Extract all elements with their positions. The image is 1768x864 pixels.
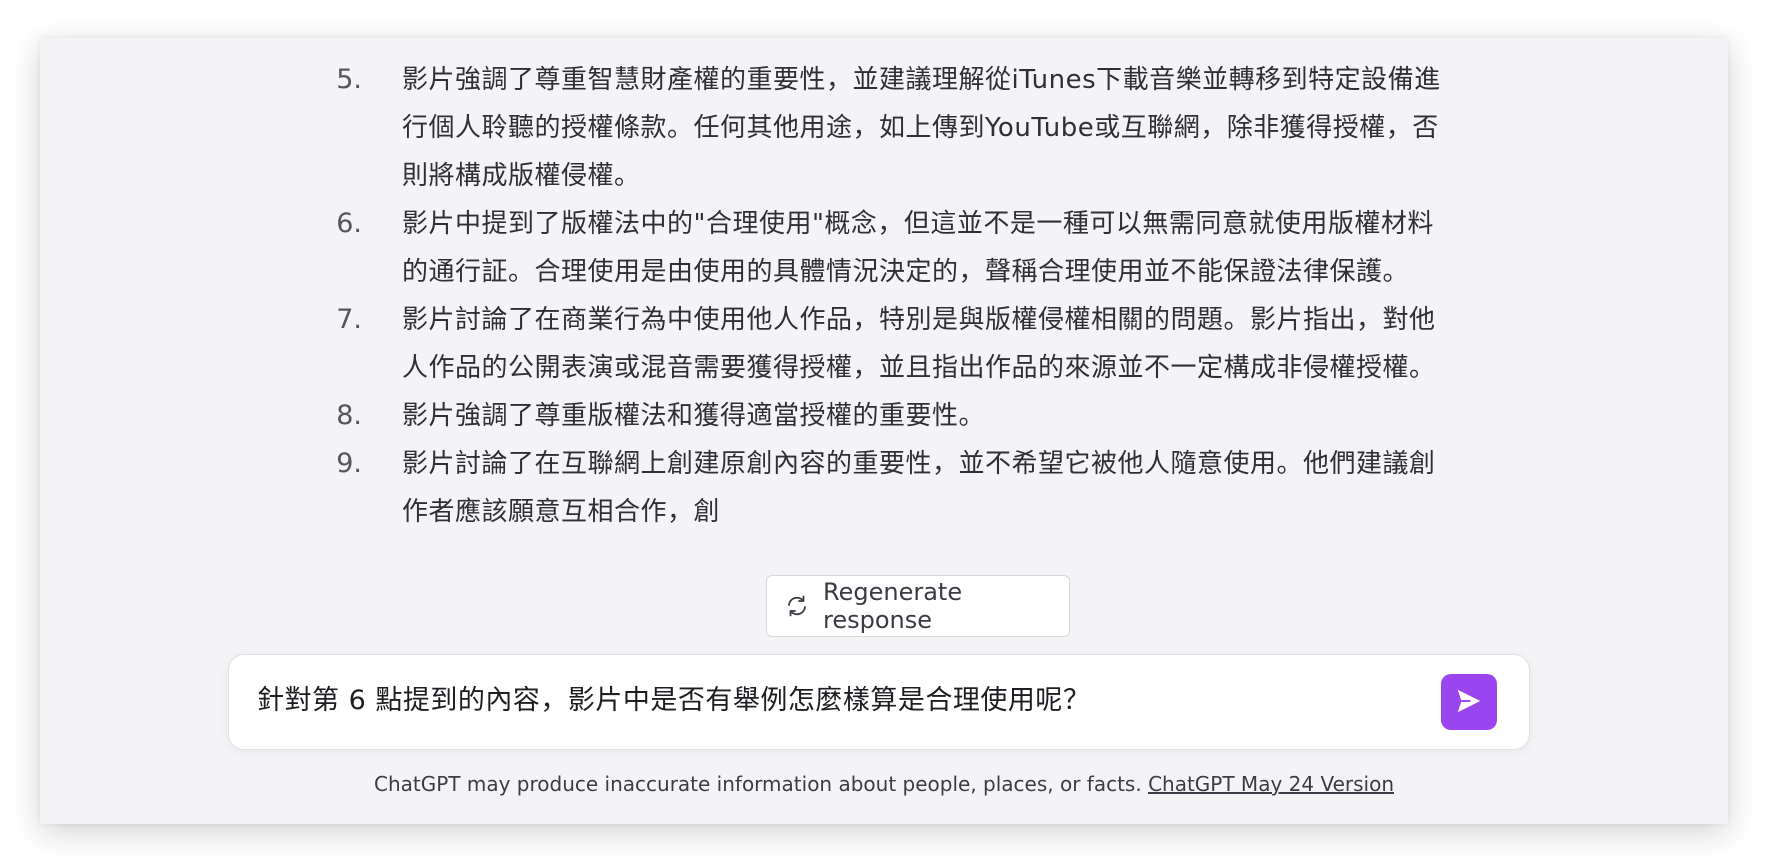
list-item-number: 7. xyxy=(336,304,362,335)
list-item-text: 影片強調了尊重版權法和獲得適當授權的重要性。 xyxy=(402,401,986,431)
list-item-number: 6. xyxy=(336,208,362,239)
list-item-text: 影片討論了在互聯網上創建原創內容的重要性，並不希望它被他人隨意使用。他們建議創作… xyxy=(402,449,1436,527)
response-list: 5. 影片強調了尊重智慧財產權的重要性，並建議理解從iTunes下載音樂並轉移到特… xyxy=(310,56,1460,536)
version-link[interactable]: ChatGPT May 24 Version xyxy=(1148,772,1394,796)
list-item: 5. 影片強調了尊重智慧財產權的重要性，並建議理解從iTunes下載音樂並轉移到特… xyxy=(310,56,1460,200)
regenerate-response-button[interactable]: Regenerate response xyxy=(766,575,1070,637)
list-item-text: 影片討論了在商業行為中使用他人作品，特別是與版權侵權相關的問題。影片指出，對他人… xyxy=(402,305,1436,383)
message-area: 5. 影片強調了尊重智慧財產權的重要性，並建議理解從iTunes下載音樂並轉移到特… xyxy=(40,38,1728,664)
list-item-text: 影片強調了尊重智慧財產權的重要性，並建議理解從iTunes下載音樂並轉移到特定設… xyxy=(402,65,1441,191)
list-item-number: 8. xyxy=(336,400,362,431)
list-item: 8. 影片強調了尊重版權法和獲得適當授權的重要性。 xyxy=(310,392,1460,440)
list-item: 6. 影片中提到了版權法中的"合理使用"概念，但這並不是一種可以無需同意就使用版權… xyxy=(310,200,1460,296)
chat-window: 5. 影片強調了尊重智慧財產權的重要性，並建議理解從iTunes下載音樂並轉移到特… xyxy=(40,38,1728,824)
list-item-text: 影片中提到了版權法中的"合理使用"概念，但這並不是一種可以無需同意就使用版權材料… xyxy=(402,209,1434,287)
footer-disclaimer: ChatGPT may produce inaccurate informati… xyxy=(40,772,1728,796)
send-button[interactable] xyxy=(1441,674,1497,730)
message-composer xyxy=(228,654,1530,750)
list-item: 9. 影片討論了在互聯網上創建原創內容的重要性，並不希望它被他人隨意使用。他們建議… xyxy=(310,440,1460,536)
list-item-number: 9. xyxy=(336,448,362,479)
list-item: 7. 影片討論了在商業行為中使用他人作品，特別是與版權侵權相關的問題。影片指出，對… xyxy=(310,296,1460,392)
message-input[interactable] xyxy=(255,681,1409,714)
refresh-icon xyxy=(785,594,809,618)
disclaimer-text: ChatGPT may produce inaccurate informati… xyxy=(373,772,1149,796)
send-icon xyxy=(1454,686,1484,719)
list-item-number: 5. xyxy=(336,64,362,95)
regenerate-label: Regenerate response xyxy=(823,578,963,634)
